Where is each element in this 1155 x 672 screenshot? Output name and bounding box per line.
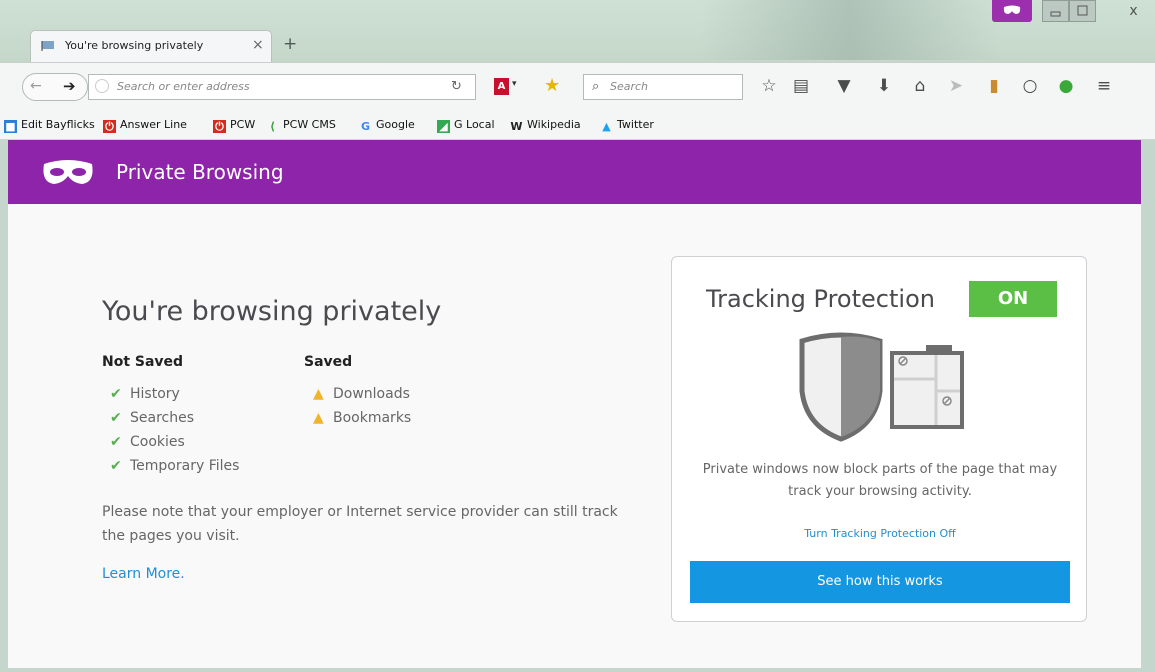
tab-title: You're browsing privately: [65, 39, 204, 52]
tracking-protection-card: Tracking Protection ON Private windows n…: [671, 256, 1087, 622]
checkmark-icon: ✔: [110, 410, 122, 426]
bookmarks-library-icon[interactable]: ▮: [982, 75, 1006, 97]
reload-icon[interactable]: ↻: [451, 79, 462, 94]
bookmark-answer-line[interactable]: ⏻ Answer Line: [103, 118, 187, 133]
downloads-icon[interactable]: ⬇: [872, 75, 896, 97]
list-item: ✔ Searches: [110, 410, 195, 426]
page-title: You're browsing privately: [102, 296, 442, 327]
favorite-star-addon-icon[interactable]: ★: [544, 75, 560, 96]
turn-tracking-protection-off-link[interactable]: Turn Tracking Protection Off: [672, 527, 1088, 540]
chat-bubble-icon[interactable]: ○: [1018, 75, 1042, 97]
tab-close-icon[interactable]: ×: [252, 37, 264, 53]
minimize-button[interactable]: [1042, 0, 1069, 22]
checkmark-icon: ✔: [110, 386, 122, 402]
sync-addon-icon[interactable]: ●: [1054, 75, 1078, 97]
checkmark-icon: ✔: [110, 458, 122, 474]
pcw-red-icon: ⏻: [103, 120, 116, 133]
header-title: Private Browsing: [116, 160, 284, 184]
navigation-toolbar: ← ➔ Search or enter address ↻ A ▾ ★ ⌕ Se…: [0, 62, 1155, 112]
tracking-description: Private windows now block parts of the p…: [702, 462, 1058, 499]
list-item: ✔ Temporary Files: [110, 458, 240, 474]
private-mask-icon: [43, 160, 93, 184]
hamburger-menu-icon[interactable]: ≡: [1092, 75, 1116, 97]
home-icon[interactable]: ⌂: [908, 75, 932, 97]
list-item: ▲ Bookmarks: [313, 410, 412, 426]
pdf-addon-icon[interactable]: A: [494, 78, 509, 95]
bookmark-g-local[interactable]: ◢ G Local: [437, 118, 495, 133]
google-g-icon: G: [360, 120, 371, 133]
maximize-button[interactable]: [1069, 0, 1096, 22]
search-icon: ⌕: [592, 79, 600, 94]
address-bar[interactable]: Search or enter address ↻: [88, 74, 476, 100]
back-forward-group: ← ➔: [22, 73, 88, 101]
wikipedia-w-icon: W: [510, 120, 523, 133]
pcw-red-icon: ⏻: [213, 120, 226, 133]
bookmark-google[interactable]: G Google: [359, 118, 415, 133]
bookmark-edit-bayflicks[interactable]: ■ Edit Bayflicks: [4, 118, 95, 133]
list-item: ✔ History: [110, 386, 180, 402]
list-item: ✔ Cookies: [110, 434, 185, 450]
bookmark-pcw-cms[interactable]: ⟨ PCW CMS: [266, 118, 336, 133]
bookmark-pcw[interactable]: ⏻ PCW: [213, 118, 255, 133]
shield-icon: [799, 332, 964, 442]
bookmark-wikipedia[interactable]: W Wikipedia: [510, 118, 580, 133]
new-tab-button[interactable]: +: [283, 34, 297, 54]
private-browsing-header: Private Browsing: [8, 140, 1141, 204]
bookmarks-toolbar: ■ Edit Bayflicks ⏻ Answer Line ⏻ PCW ⟨ PCW C…: [0, 112, 1155, 140]
search-bar[interactable]: ⌕ Search: [583, 74, 743, 100]
twitter-bird-icon: ▲: [602, 120, 611, 133]
learn-more-link[interactable]: Learn More.: [102, 566, 185, 582]
tracking-status-badge: ON: [969, 281, 1057, 317]
bookmark-twitter[interactable]: ▲ Twitter: [600, 118, 654, 133]
chevron-down-icon[interactable]: ▾: [512, 79, 517, 89]
pcw-cms-icon: ⟨: [269, 120, 276, 133]
reading-list-icon[interactable]: ▤: [789, 75, 813, 97]
title-bar: x You're browsing privately × +: [0, 0, 1155, 62]
tab-private[interactable]: You're browsing privately ×: [30, 30, 272, 62]
bookmark-star-icon[interactable]: ☆: [757, 75, 781, 97]
checkmark-icon: ✔: [110, 434, 122, 450]
forward-arrow-icon[interactable]: ➔: [63, 77, 76, 95]
site-identity-icon[interactable]: [95, 79, 109, 93]
private-mask-icon: [992, 0, 1032, 22]
see-how-this-works-button[interactable]: See how this works: [690, 561, 1070, 603]
blue-square-icon: ■: [4, 120, 17, 133]
saved-heading: Saved: [304, 354, 353, 370]
address-placeholder: Search or enter address: [117, 80, 250, 93]
maps-icon: ◢: [437, 120, 450, 133]
back-arrow-icon[interactable]: ←: [30, 78, 42, 94]
pocket-icon[interactable]: ▼: [832, 75, 856, 97]
send-tab-icon[interactable]: ➤: [944, 75, 968, 97]
warning-icon: ▲: [313, 386, 324, 402]
not-saved-heading: Not Saved: [102, 354, 184, 370]
search-placeholder: Search: [610, 80, 649, 93]
privacy-note: Please note that your employer or Intern…: [102, 504, 618, 544]
window-close-button[interactable]: x: [1112, 0, 1155, 22]
list-item: ▲ Downloads: [313, 386, 410, 402]
private-flag-icon: [41, 41, 54, 51]
tracking-protection-title: Tracking Protection: [706, 285, 935, 313]
private-browsing-content: You're browsing privately Not Saved ✔ His…: [8, 204, 1141, 668]
warning-icon: ▲: [313, 410, 324, 426]
browser-window: x You're browsing privately × + ← ➔ Sear…: [0, 0, 1155, 672]
